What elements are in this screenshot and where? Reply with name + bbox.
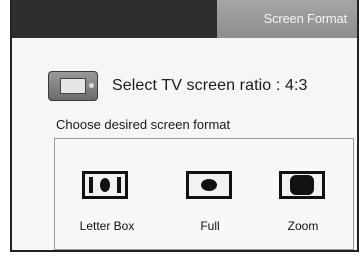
letterbox-right-bar bbox=[117, 177, 121, 193]
tv-icon bbox=[48, 71, 98, 101]
full-option[interactable]: Full bbox=[155, 139, 255, 249]
title-bar: Screen Format bbox=[12, 0, 357, 38]
letterbox-option[interactable]: Letter Box bbox=[57, 139, 157, 249]
letterbox-center-dot bbox=[100, 178, 110, 192]
tv-knob bbox=[89, 83, 94, 88]
choose-format-label: Choose desired screen format bbox=[56, 117, 231, 132]
screen-format-dialog: Screen Format Select TV screen ratio : 4… bbox=[10, 0, 359, 252]
zoom-label: Zoom bbox=[287, 219, 319, 233]
tv-screen bbox=[60, 78, 86, 94]
letterbox-format-icon[interactable] bbox=[82, 171, 128, 199]
full-center-dot bbox=[201, 179, 217, 191]
zoom-center-dot bbox=[290, 175, 314, 195]
full-format-icon[interactable] bbox=[186, 171, 232, 199]
screen-format-title: Screen Format bbox=[217, 0, 357, 38]
zoom-option[interactable]: Zoom bbox=[253, 139, 353, 249]
tv-ratio-label: Select TV screen ratio : 4:3 bbox=[112, 77, 308, 94]
letterbox-left-bar bbox=[89, 177, 93, 193]
tv-ratio-row: Select TV screen ratio : 4:3 bbox=[48, 68, 308, 104]
full-label: Full bbox=[200, 219, 220, 233]
zoom-format-icon[interactable] bbox=[279, 171, 325, 199]
format-options-panel: Letter Box Full Zoom bbox=[54, 138, 354, 250]
letterbox-label: Letter Box bbox=[79, 219, 135, 233]
